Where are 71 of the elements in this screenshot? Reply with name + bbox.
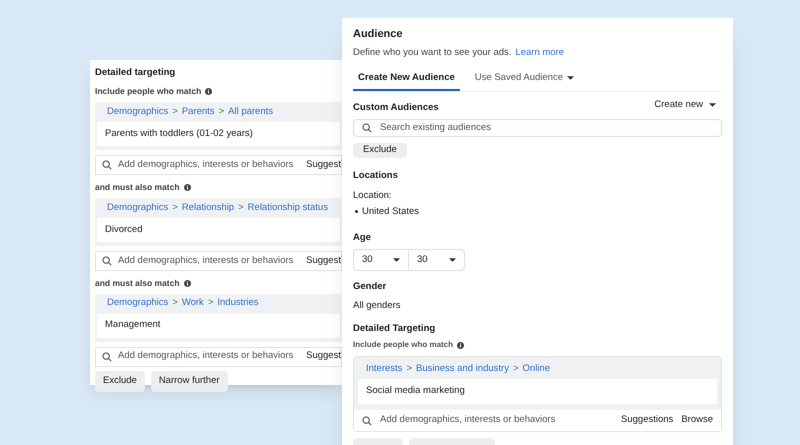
breadcrumb-link[interactable]: Work — [182, 296, 204, 311]
separator-text: > — [512, 362, 519, 376]
audience-tab[interactable]: Create New Audience — [353, 68, 460, 91]
breadcrumb-link[interactable]: Parents — [182, 104, 215, 120]
selected-item: Management — [97, 314, 340, 338]
caret-icon — [393, 258, 400, 262]
bullet-icon — [355, 210, 358, 214]
separator-text: > — [172, 296, 178, 310]
info-icon — [184, 184, 191, 191]
section-label: and must also match — [95, 276, 180, 290]
info-icon — [457, 342, 464, 348]
search-icon — [102, 256, 112, 266]
selected-item: Social media marketing — [358, 379, 717, 404]
action-button[interactable]: Narrow further — [150, 370, 228, 392]
breadcrumb-link[interactable]: All parents — [228, 104, 274, 120]
gender-value: All genders — [353, 298, 402, 312]
action-button[interactable]: Exclude — [95, 370, 145, 392]
search-field[interactable]: Add demographics, interests or behaviors Suggest — [95, 250, 342, 271]
search-field[interactable]: Add demographics, interests or behaviors Suggest — [95, 346, 342, 366]
section-title: Age — [353, 231, 372, 245]
exclude-button[interactable]: Exclude — [353, 142, 407, 158]
suggestions-link[interactable]: Suggest — [306, 158, 341, 172]
audience-tab[interactable]: Use Saved Audience — [470, 68, 579, 91]
separator-text: > — [172, 200, 178, 215]
breadcrumb-link[interactable]: Interests — [366, 362, 402, 376]
panel-subtitle: Define who you want to see your ads. — [353, 46, 512, 60]
suggestions-link[interactable]: Suggestions — [621, 413, 674, 428]
breadcrumb-link[interactable]: Demographics — [107, 200, 168, 215]
age-select[interactable]: 30 — [409, 249, 465, 272]
location-label: Location: — [353, 188, 393, 202]
breadcrumb-link[interactable]: Relationship — [182, 200, 234, 215]
caret-icon — [709, 102, 716, 107]
browse-link[interactable]: Browse — [681, 413, 713, 428]
suggestions-link[interactable]: Suggest — [306, 254, 341, 268]
info-icon — [184, 280, 191, 287]
suggestions-link[interactable]: Suggest — [306, 349, 341, 364]
section-label: Include people who match — [353, 339, 454, 351]
age-select[interactable]: 30 — [353, 249, 409, 272]
search-field[interactable]: Search existing audiences — [353, 119, 722, 137]
separator-text: > — [238, 200, 244, 215]
breadcrumb-link[interactable]: Business and industry — [416, 362, 509, 376]
search-field[interactable]: Add demographics, interests or behaviors Suggest — [95, 155, 342, 175]
search-field[interactable]: Add demographics, interests or behaviors Suggestions Browse — [354, 410, 721, 431]
section-title: Detailed targeting — [95, 66, 176, 80]
learn-more-link[interactable]: Learn more — [515, 46, 564, 60]
section-label: and must also match — [95, 181, 180, 194]
search-icon — [102, 352, 112, 362]
breadcrumb-link[interactable]: Demographics — [107, 104, 168, 120]
separator-text: > — [406, 362, 412, 376]
breadcrumb-link[interactable]: Online — [522, 362, 550, 376]
section-title: Detailed Targeting — [353, 322, 436, 336]
breadcrumb-link[interactable]: Relationship status — [248, 200, 328, 215]
separator-text: > — [172, 104, 178, 119]
caret-icon — [449, 258, 456, 262]
panel-title: Audience — [353, 27, 404, 42]
search-icon — [102, 160, 112, 170]
separator-text: > — [208, 296, 214, 310]
location-item: United States — [362, 204, 420, 219]
separator-text: > — [218, 104, 224, 119]
section-title: Locations — [353, 169, 399, 184]
selected-item: Parents with toddlers (01-02 years) — [97, 122, 340, 146]
section-title: Custom Audiences — [353, 100, 439, 115]
selected-item: Divorced — [97, 218, 340, 242]
search-icon — [362, 122, 372, 133]
search-icon — [362, 416, 372, 426]
section-title: Gender — [353, 280, 388, 294]
info-icon — [205, 88, 212, 96]
breadcrumb-link[interactable]: Demographics — [107, 296, 168, 311]
breadcrumb-link[interactable]: Industries — [217, 296, 259, 311]
create-new-dropdown[interactable]: Create new — [654, 98, 716, 112]
section-label: Include people who match — [95, 85, 202, 98]
